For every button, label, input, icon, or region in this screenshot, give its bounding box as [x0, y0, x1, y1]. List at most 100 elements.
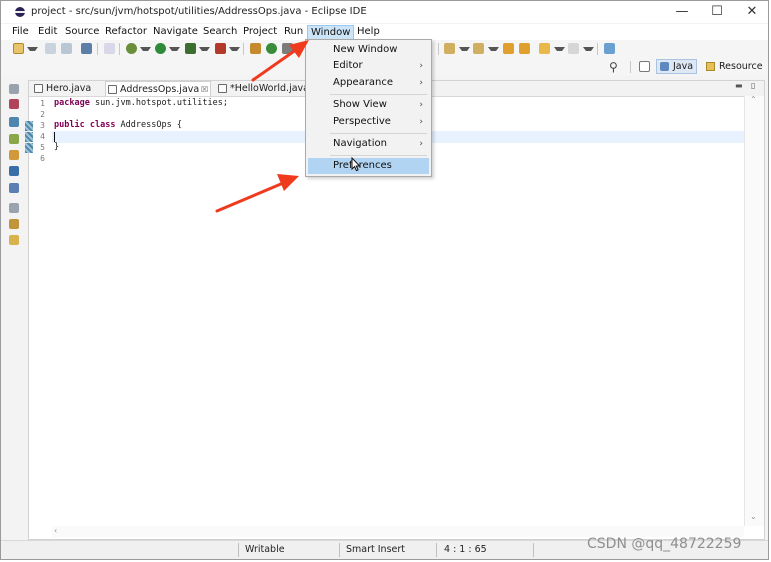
menu-refactor[interactable]: Refactor: [105, 24, 147, 40]
forward-history-icon[interactable]: [519, 43, 530, 54]
restore-icon[interactable]: [9, 84, 19, 94]
chevron-right-icon: ›: [419, 139, 423, 149]
change-marker: [25, 121, 33, 131]
menu-item-perspective[interactable]: Perspective ›: [308, 114, 429, 130]
pin-editor-icon[interactable]: [604, 43, 615, 54]
menu-item-preferences[interactable]: Preferences: [308, 158, 429, 174]
change-marker: [25, 143, 33, 153]
package-explorer-icon[interactable]: [9, 99, 19, 109]
menu-item-label: Navigation: [333, 138, 387, 149]
run-dropdown-icon[interactable]: [169, 47, 180, 55]
new-java-project-icon[interactable]: [250, 43, 261, 54]
window-dropdown-menu: New Window Editor › Appearance › Show Vi…: [305, 39, 432, 177]
tab-addressops-java[interactable]: AddressOps.java ☒: [105, 81, 211, 96]
minimize-button[interactable]: —: [665, 3, 699, 21]
save-all-icon[interactable]: [61, 43, 72, 54]
next-annotation-dropdown-icon[interactable]: [459, 47, 470, 55]
menu-navigate[interactable]: Navigate: [153, 24, 198, 40]
menu-item-appearance[interactable]: Appearance ›: [308, 75, 429, 91]
title-bar: project - src/sun/jvm/hotspot/utilities/…: [1, 1, 768, 23]
coverage-dropdown-icon[interactable]: [199, 47, 210, 55]
code-line-3[interactable]: public class AddressOps {: [54, 120, 182, 130]
problems-icon[interactable]: [9, 150, 19, 160]
new-class-icon[interactable]: [266, 43, 277, 54]
menu-source[interactable]: Source: [65, 24, 99, 40]
editor-min-max: ▬ ▯: [735, 81, 763, 94]
skip-breakpoints-icon[interactable]: [104, 43, 115, 54]
close-tab-icon[interactable]: ☒: [201, 82, 208, 97]
code-line-1[interactable]: package sun.jvm.hotspot.utilities;: [54, 98, 228, 108]
open-type-icon[interactable]: [282, 43, 293, 54]
status-cursor-position[interactable]: 4 : 1 : 65: [444, 543, 487, 557]
vertical-scrollbar[interactable]: ⌃ ⌄: [744, 95, 764, 526]
code-line-5[interactable]: }: [54, 142, 59, 152]
menu-help[interactable]: Help: [357, 24, 380, 40]
maximize-editor-icon[interactable]: ▯: [751, 81, 755, 90]
status-insert-mode[interactable]: Smart Insert: [346, 543, 405, 557]
menu-item-navigation[interactable]: Navigation ›: [308, 136, 429, 152]
close-button[interactable]: ✕: [735, 3, 769, 21]
keyword: public: [54, 120, 85, 130]
menu-separator: [330, 94, 427, 95]
search-icon[interactable]: ⚲: [609, 60, 618, 74]
forward-dropdown-icon[interactable]: [583, 47, 594, 55]
last-edit-location-icon[interactable]: [503, 43, 514, 54]
open-perspective-icon[interactable]: [639, 61, 650, 72]
debug-icon[interactable]: [126, 43, 137, 54]
restore-bottom-icon[interactable]: [9, 203, 19, 213]
javadoc-icon[interactable]: [9, 183, 19, 193]
left-trim-bar: [6, 82, 24, 252]
maximize-button[interactable]: ☐: [700, 3, 734, 21]
scroll-left-icon[interactable]: ‹: [54, 526, 57, 535]
tab-hero-java[interactable]: Hero.java: [32, 81, 91, 96]
scroll-down-icon[interactable]: ⌄: [750, 512, 757, 521]
console-icon[interactable]: [9, 166, 19, 176]
chevron-right-icon: ›: [419, 78, 423, 88]
previous-annotation-dropdown-icon[interactable]: [488, 47, 499, 55]
menu-item-new-window[interactable]: New Window: [308, 42, 429, 58]
previous-annotation-icon[interactable]: [473, 43, 484, 54]
menu-item-show-view[interactable]: Show View ›: [308, 97, 429, 113]
terminal-icon[interactable]: [81, 43, 92, 54]
declaration-icon[interactable]: [9, 235, 19, 245]
resource-perspective-button[interactable]: Resource: [704, 59, 765, 74]
menu-search[interactable]: Search: [203, 24, 237, 40]
menu-run[interactable]: Run: [284, 24, 303, 40]
menu-project[interactable]: Project: [243, 24, 277, 40]
minimize-editor-icon[interactable]: ▬: [735, 81, 743, 90]
outline-icon[interactable]: [9, 134, 19, 144]
run-icon[interactable]: [155, 43, 166, 54]
save-icon[interactable]: [45, 43, 56, 54]
tasks-icon[interactable]: [9, 219, 19, 229]
coverage-icon[interactable]: [185, 43, 196, 54]
back-dropdown-icon[interactable]: [554, 47, 565, 55]
tab-helloworld-java[interactable]: *HelloWorld.java: [216, 81, 309, 96]
menu-item-editor[interactable]: Editor ›: [308, 58, 429, 74]
tab-label: AddressOps.java: [120, 84, 200, 95]
status-separator: [339, 543, 340, 557]
new-dropdown-icon[interactable]: [27, 47, 38, 55]
line-number: 1: [40, 99, 45, 108]
toolbar-separator: [97, 43, 98, 55]
back-icon[interactable]: [539, 43, 550, 54]
type-hierarchy-icon[interactable]: [9, 117, 19, 127]
external-tools-icon[interactable]: [215, 43, 226, 54]
debug-dropdown-icon[interactable]: [140, 47, 151, 55]
scroll-up-icon[interactable]: ⌃: [750, 95, 757, 104]
eclipse-logo-icon: [15, 7, 25, 17]
forward-icon[interactable]: [568, 43, 579, 54]
chevron-right-icon: ›: [419, 61, 423, 71]
new-icon[interactable]: [13, 43, 24, 54]
toolbar-separator: [438, 43, 439, 55]
java-perspective-button[interactable]: Java: [656, 59, 698, 74]
menu-file[interactable]: File: [12, 24, 29, 40]
menu-separator: [330, 133, 427, 134]
line-number: 2: [40, 110, 45, 119]
resource-perspective-icon: [706, 62, 715, 71]
next-annotation-icon[interactable]: [444, 43, 455, 54]
chevron-right-icon: ›: [419, 117, 423, 127]
external-tools-dropdown-icon[interactable]: [229, 47, 240, 55]
menu-item-label: Perspective: [333, 116, 391, 127]
java-perspective-icon: [660, 62, 669, 71]
menu-edit[interactable]: Edit: [38, 24, 57, 40]
